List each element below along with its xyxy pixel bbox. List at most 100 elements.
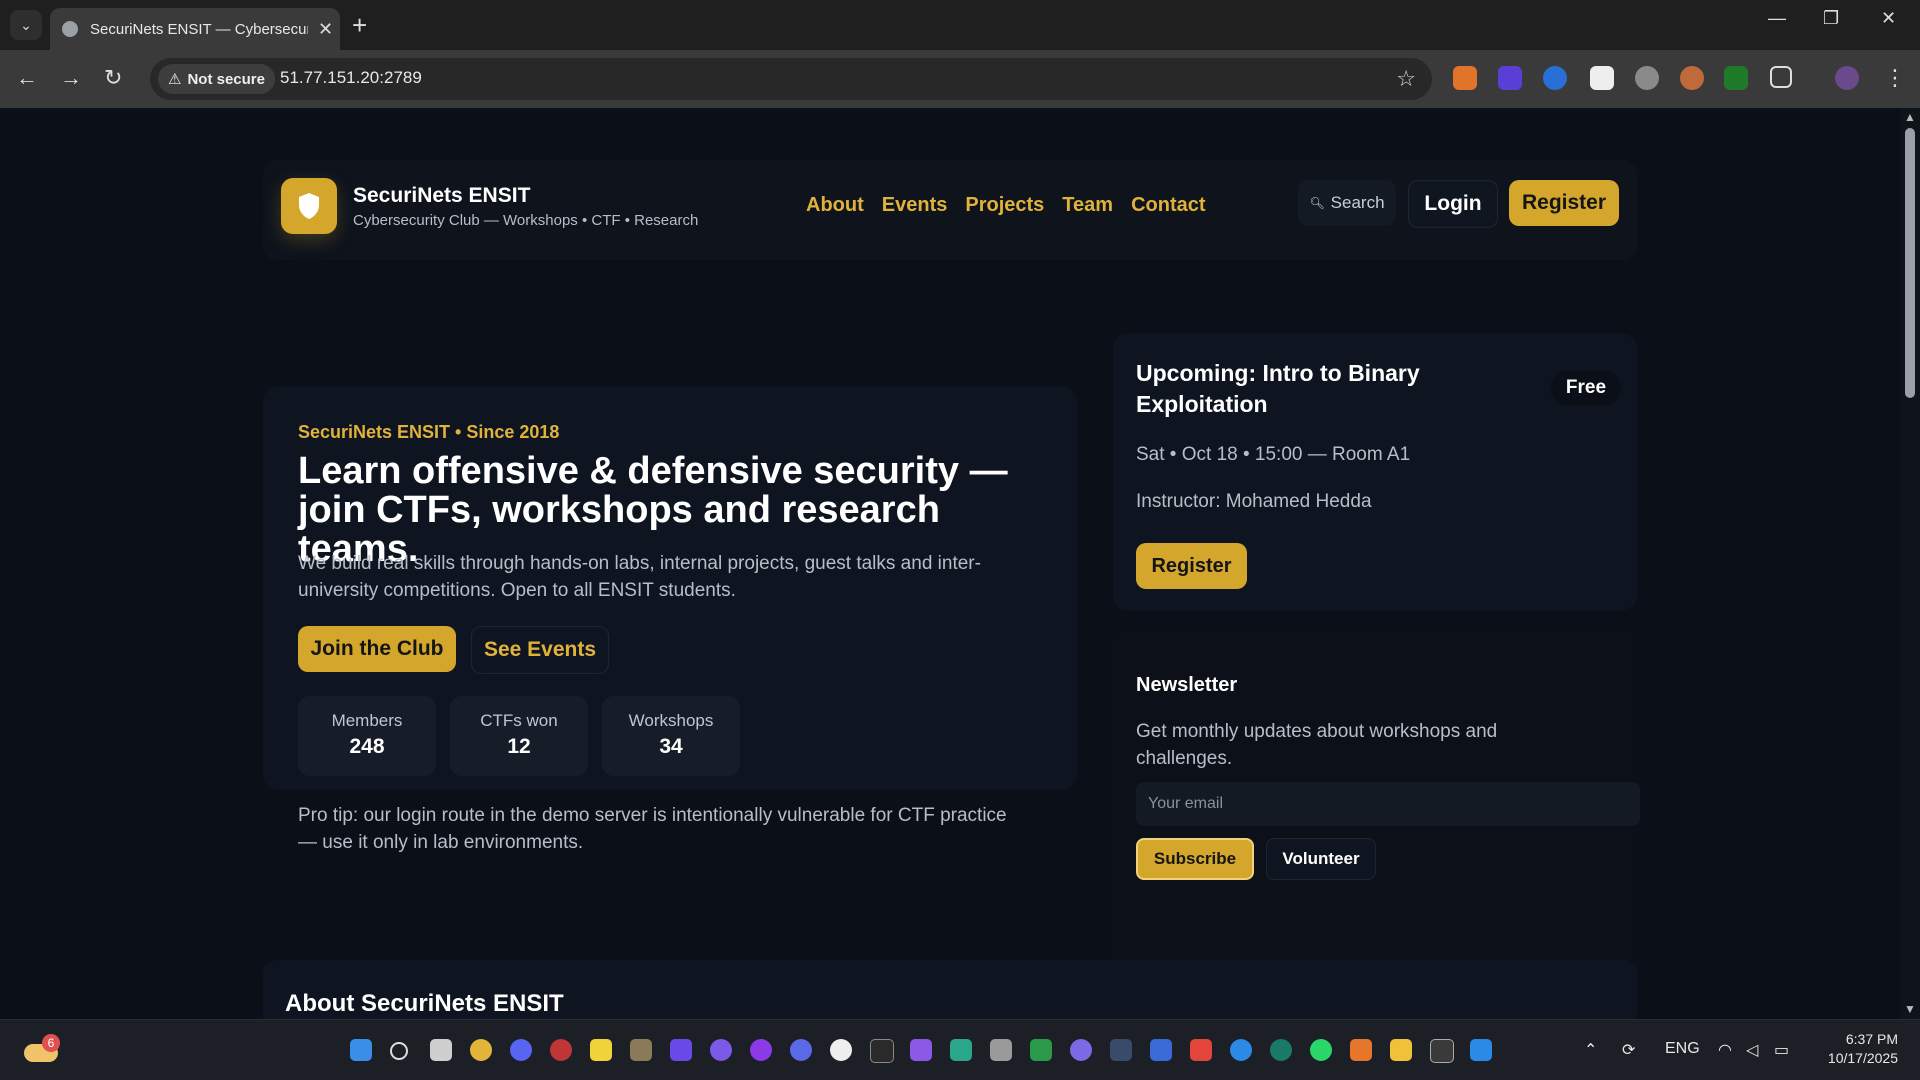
- battery-icon[interactable]: ▭: [1774, 1040, 1789, 1060]
- task-view-icon[interactable]: [430, 1039, 452, 1061]
- upcoming-event-card: Upcoming: Intro to Binary Exploitation F…: [1113, 334, 1637, 610]
- bolt-app-icon[interactable]: [670, 1039, 692, 1061]
- register-button[interactable]: Register: [1509, 180, 1619, 226]
- stat-members: Members 248: [298, 696, 436, 776]
- fox-extension-icon[interactable]: [1453, 66, 1477, 90]
- figma-app-icon[interactable]: [1190, 1039, 1212, 1061]
- event-register-button[interactable]: Register: [1136, 543, 1247, 589]
- dark-app-icon[interactable]: [1110, 1039, 1132, 1061]
- main-nav: About Events Projects Team Contact: [806, 194, 1206, 217]
- brand-name[interactable]: SecuriNets ENSIT: [353, 184, 530, 208]
- vs-app-icon[interactable]: [950, 1039, 972, 1061]
- teal-app-icon[interactable]: [1270, 1039, 1292, 1061]
- tab-search-menu-icon[interactable]: ⌄: [10, 10, 42, 40]
- minimize-button[interactable]: —: [1768, 8, 1786, 29]
- extensions-puzzle-icon[interactable]: [1770, 66, 1792, 88]
- tool-app-icon[interactable]: [630, 1039, 652, 1061]
- restore-button[interactable]: ❐: [1823, 8, 1839, 29]
- stat-label: CTFs won: [480, 711, 558, 730]
- scrollbar-thumb[interactable]: [1905, 128, 1915, 398]
- back-arrow-icon[interactable]: ←: [16, 64, 38, 92]
- purple-extension-icon[interactable]: [1498, 66, 1522, 90]
- subscribe-button[interactable]: Subscribe: [1136, 838, 1254, 880]
- blue-app-icon[interactable]: [1230, 1039, 1252, 1061]
- price-badge: Free: [1551, 370, 1621, 406]
- whatsapp-app-icon[interactable]: [1310, 1039, 1332, 1061]
- event-instructor: Instructor: Mohamed Hedda: [1136, 491, 1372, 512]
- about-section: About SecuriNets ENSIT: [263, 960, 1637, 1019]
- language-indicator[interactable]: ENG: [1665, 1040, 1700, 1058]
- sync-icon[interactable]: ⟳: [1622, 1040, 1635, 1060]
- scroll-down-arrow-icon[interactable]: ▼: [1904, 1002, 1916, 1016]
- page-scrollbar[interactable]: ▲ ▼: [1900, 108, 1920, 1019]
- event-title: Upcoming: Intro to Binary Exploitation: [1136, 360, 1420, 417]
- address-bar[interactable]: ⚠ Not secure 51.77.151.20:2789 ☆: [150, 58, 1432, 100]
- cloud-extension-icon[interactable]: [1543, 66, 1567, 90]
- chrome-app-icon[interactable]: [470, 1039, 492, 1061]
- nav-link-about[interactable]: About: [806, 194, 864, 217]
- stat-value: 248: [349, 735, 385, 758]
- weather-widget-icon[interactable]: 6: [24, 1034, 60, 1064]
- pro-tip-text: Pro tip: our login route in the demo ser…: [298, 805, 1007, 853]
- bookmark-star-icon[interactable]: ☆: [1396, 66, 1416, 92]
- file-explorer-icon[interactable]: [1390, 1039, 1412, 1061]
- cmd-app-icon[interactable]: [1430, 1039, 1454, 1063]
- green-extension-icon[interactable]: [1724, 66, 1748, 90]
- moon-app-icon[interactable]: [790, 1039, 812, 1061]
- security-chip-label: Not secure: [187, 70, 265, 88]
- close-window-button[interactable]: ✕: [1881, 8, 1896, 29]
- browser-menu-icon[interactable]: ⋮: [1884, 64, 1906, 92]
- discord-app-icon[interactable]: [510, 1039, 532, 1061]
- yellow-app-icon[interactable]: [590, 1039, 612, 1061]
- tab-close-icon[interactable]: ✕: [318, 19, 333, 40]
- browser-tab-bar: ⌄ SecuriNets ENSIT — Cybersecurity Club …: [0, 0, 1920, 50]
- system-clock[interactable]: 6:37 PM 10/17/2025: [1812, 1030, 1898, 1068]
- github-app-icon[interactable]: [1070, 1039, 1092, 1061]
- see-events-button[interactable]: See Events: [471, 626, 609, 674]
- hero-eyebrow: SecuriNets ENSIT • Since 2018: [298, 422, 560, 442]
- start-menu-icon[interactable]: [350, 1039, 372, 1061]
- vscode-app-icon[interactable]: [1470, 1039, 1492, 1061]
- join-club-button[interactable]: Join the Club: [298, 626, 456, 672]
- url-text[interactable]: 51.77.151.20:2789: [280, 68, 422, 88]
- site-security-chip[interactable]: ⚠ Not secure: [158, 64, 275, 94]
- login-button[interactable]: Login: [1408, 180, 1498, 228]
- stat-label: Members: [331, 711, 403, 730]
- nav-link-events[interactable]: Events: [882, 194, 948, 217]
- nav-link-team[interactable]: Team: [1062, 194, 1113, 217]
- orange-app-icon[interactable]: [1350, 1039, 1372, 1061]
- new-tab-button[interactable]: +: [352, 10, 367, 40]
- cookie-extension-icon[interactable]: [1680, 66, 1704, 90]
- gear-app-icon[interactable]: [990, 1039, 1012, 1061]
- visual-studio-icon[interactable]: [910, 1039, 932, 1061]
- volunteer-button[interactable]: Volunteer: [1266, 838, 1376, 880]
- stat-label: Workshops: [628, 711, 714, 730]
- volume-icon[interactable]: ◁: [1746, 1040, 1758, 1060]
- tray-chevron-up-icon[interactable]: ⌃: [1584, 1040, 1597, 1060]
- email-field[interactable]: [1136, 782, 1640, 826]
- pycharm-app-icon[interactable]: [1030, 1039, 1052, 1061]
- browser-tab-active[interactable]: SecuriNets ENSIT — Cybersecurity Club ✕: [50, 8, 340, 50]
- nav-link-projects[interactable]: Projects: [965, 194, 1044, 217]
- profile-avatar-icon[interactable]: [1835, 66, 1859, 90]
- wifi-icon[interactable]: ◠: [1718, 1040, 1732, 1060]
- nav-link-contact[interactable]: Contact: [1131, 194, 1205, 217]
- violet-app-icon[interactable]: [710, 1039, 732, 1061]
- tab-favicon-icon: [62, 21, 78, 37]
- android-app-icon[interactable]: [830, 1039, 852, 1061]
- hero-card: SecuriNets ENSIT • Since 2018 Learn offe…: [263, 386, 1077, 853]
- tor-app-icon[interactable]: [750, 1039, 772, 1061]
- red-app-icon[interactable]: [550, 1039, 572, 1061]
- forward-arrow-icon[interactable]: →: [60, 64, 82, 92]
- reload-icon[interactable]: ↻: [104, 64, 122, 92]
- translate-app-icon[interactable]: [1150, 1039, 1172, 1061]
- terminal-app-icon[interactable]: [870, 1039, 894, 1063]
- about-title: About SecuriNets ENSIT: [285, 990, 564, 1017]
- search-button[interactable]: 🔍︎ Search: [1298, 180, 1396, 226]
- taskbar-search-icon[interactable]: [390, 1042, 408, 1060]
- shield-logo-icon[interactable]: [281, 178, 337, 234]
- search-icon: 🔍︎: [1309, 196, 1325, 210]
- adblock-extension-icon[interactable]: [1590, 66, 1614, 90]
- grey-extension-icon[interactable]: [1635, 66, 1659, 90]
- scroll-up-arrow-icon[interactable]: ▲: [1904, 110, 1916, 124]
